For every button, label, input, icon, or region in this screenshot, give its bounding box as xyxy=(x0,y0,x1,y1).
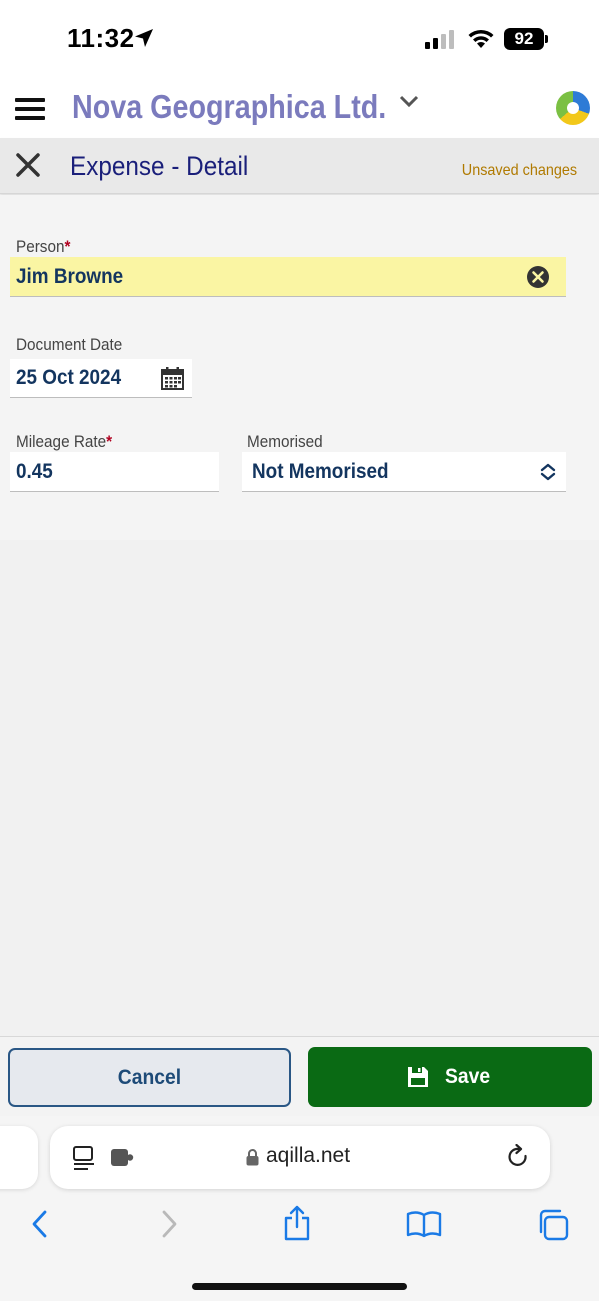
calendar-icon[interactable] xyxy=(161,367,184,396)
memorised-value: Not Memorised xyxy=(252,459,389,483)
page-title: Expense - Detail xyxy=(70,151,249,181)
address-bar[interactable]: aqilla.net xyxy=(50,1126,550,1189)
chevron-down-icon[interactable] xyxy=(399,94,419,113)
tabs-icon[interactable] xyxy=(536,1208,570,1247)
app-logo-icon[interactable] xyxy=(556,91,590,125)
close-icon[interactable] xyxy=(14,151,44,181)
required-marker: * xyxy=(106,432,113,451)
person-label: Person* xyxy=(16,237,70,257)
extension-puzzle-icon[interactable] xyxy=(110,1148,134,1173)
save-button-label: Save xyxy=(445,1065,491,1088)
share-icon[interactable] xyxy=(282,1205,312,1246)
document-date-field[interactable]: 25 Oct 2024 xyxy=(10,359,192,398)
mileage-rate-field[interactable]: 0.45 xyxy=(10,452,219,492)
unsaved-status: Unsaved changes xyxy=(461,162,577,179)
floppy-disk-icon xyxy=(407,1066,429,1088)
reload-icon[interactable] xyxy=(506,1143,530,1175)
up-down-chevron-icon xyxy=(540,463,556,487)
location-arrow-icon xyxy=(134,28,154,53)
person-label-text: Person xyxy=(16,237,65,256)
document-date-label: Document Date xyxy=(16,335,123,354)
book-icon[interactable] xyxy=(406,1210,442,1243)
required-marker: * xyxy=(64,237,71,256)
status-bar: 11:32 92 xyxy=(0,0,599,80)
company-name[interactable]: Nova Geographica Ltd. xyxy=(72,88,386,126)
memorised-label: Memorised xyxy=(247,432,323,451)
clear-circle-icon[interactable] xyxy=(526,265,550,295)
status-time: 11:32 xyxy=(67,23,135,53)
home-indicator xyxy=(192,1283,407,1290)
battery-tip xyxy=(545,35,548,43)
browser-toolbar: aqilla.net xyxy=(0,1116,599,1301)
mileage-rate-label-text: Mileage Rate xyxy=(16,432,107,451)
app-header: Nova Geographica Ltd. xyxy=(0,80,599,138)
back-chevron-icon[interactable] xyxy=(30,1209,48,1244)
cellular-signal-icon xyxy=(425,29,457,54)
url-text[interactable]: aqilla.net xyxy=(266,1144,350,1168)
battery-indicator: 92 xyxy=(504,28,544,50)
forward-chevron-icon[interactable] xyxy=(161,1209,179,1244)
save-button[interactable]: Save xyxy=(308,1047,592,1107)
previous-tab-preview[interactable] xyxy=(0,1126,38,1189)
document-date-value: 25 Oct 2024 xyxy=(16,366,122,389)
reader-mode-icon[interactable] xyxy=(72,1145,96,1176)
mileage-rate-value: 0.45 xyxy=(16,459,53,483)
detail-toolbar: Expense - Detail Unsaved changes xyxy=(0,138,599,194)
person-value: Jim Browne xyxy=(16,264,124,288)
lock-icon xyxy=(246,1149,259,1171)
person-field[interactable]: Jim Browne xyxy=(10,257,566,297)
cancel-button-label: Cancel xyxy=(117,1065,182,1089)
mileage-rate-label: Mileage Rate* xyxy=(16,432,112,452)
cancel-button[interactable]: Cancel xyxy=(8,1048,291,1107)
hamburger-menu-icon[interactable] xyxy=(15,98,45,120)
memorised-select[interactable]: Not Memorised xyxy=(242,452,566,492)
action-bar: Cancel Save xyxy=(0,1036,599,1116)
wifi-icon xyxy=(466,27,496,54)
